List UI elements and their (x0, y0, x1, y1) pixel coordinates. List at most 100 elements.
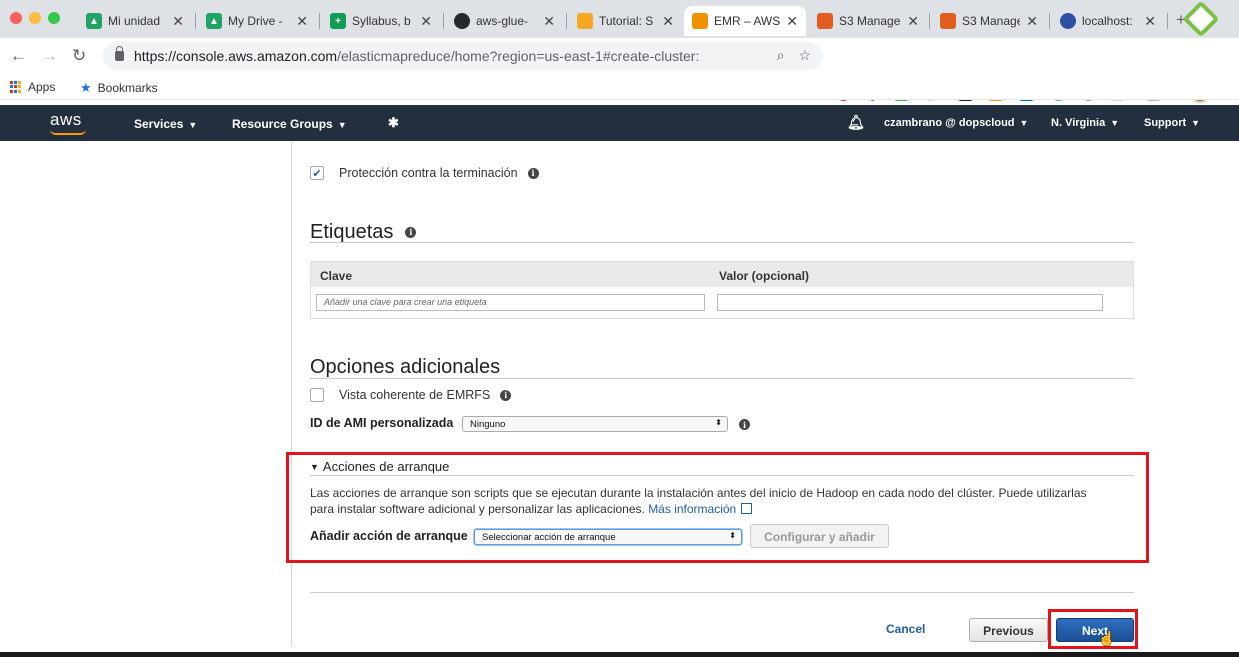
star-icon: ★ (80, 80, 92, 95)
bootstrap-action-select[interactable]: Seleccionar acción de arranque ⬍ (474, 529, 742, 545)
select-arrows-icon: ⬍ (715, 418, 722, 427)
info-icon[interactable]: i (739, 419, 750, 430)
search-icon[interactable]: ⌕ (777, 47, 785, 64)
column-header-key: Clave (320, 269, 353, 283)
browser-tab[interactable]: S3 Manage ✕ (809, 6, 927, 36)
bookmarks-folder[interactable]: ★ Bookmarks (80, 80, 158, 96)
info-icon[interactable]: i (405, 226, 417, 238)
google-drive-icon: ▲ (86, 13, 102, 29)
info-icon[interactable]: i (500, 389, 512, 401)
browser-tab[interactable]: Tutorial: S ✕ (569, 6, 682, 36)
content-divider (291, 141, 292, 647)
aws-docs-icon (577, 13, 593, 29)
close-tab-icon[interactable]: ✕ (1144, 13, 1156, 30)
bell-icon[interactable]: 🔔︎ (847, 114, 865, 131)
tags-section-title: Etiquetas i (310, 221, 417, 244)
caret-down-icon: ▼ (310, 462, 319, 472)
divider (310, 378, 1134, 379)
apps-grid-icon (10, 81, 22, 93)
close-tab-icon[interactable]: ✕ (172, 13, 184, 30)
bookmarks-bar: Apps ★ Bookmarks (0, 74, 1239, 100)
more-info-link[interactable]: Más información (648, 502, 736, 516)
custom-ami-select[interactable]: Ninguno ⬍ (462, 416, 728, 432)
feather-icon (1060, 13, 1076, 29)
screencast-logo-icon (1182, 0, 1220, 38)
aws-emr-icon (692, 13, 708, 29)
url-host: https://console.aws.amazon.com (134, 48, 338, 64)
browser-tab[interactable]: ▲ My Drive - ✕ (198, 6, 316, 36)
divider (310, 242, 1134, 243)
browser-tab[interactable]: localhost: ✕ (1052, 6, 1164, 36)
resource-groups-menu[interactable]: Resource Groups ▼ (232, 117, 347, 131)
zoom-window-button[interactable] (48, 12, 60, 24)
forward-arrow-icon[interactable]: → (41, 46, 58, 66)
chevron-down-icon: ▼ (337, 120, 347, 130)
configure-and-add-button[interactable]: Configurar y añadir (750, 524, 889, 548)
tags-table-header: Clave Valor (opcional) (311, 261, 1133, 287)
emrfs-consistent-view-checkbox[interactable] (310, 388, 324, 402)
google-sheets-icon: + (330, 13, 346, 29)
chevron-down-icon: ▼ (188, 120, 198, 130)
browser-tab-strip: ▲ Mi unidad ✕ ▲ My Drive - ✕ + Syllabus, b… (0, 0, 1239, 38)
tags-table: Clave Valor (opcional) Añadir una clave … (310, 261, 1134, 319)
services-menu[interactable]: Services ▼ (134, 117, 197, 131)
next-button[interactable]: Next (1056, 618, 1134, 642)
close-tab-icon[interactable]: ✕ (907, 13, 919, 30)
aws-s3-icon (817, 13, 833, 29)
aws-logo[interactable]: aws (50, 110, 82, 130)
bottom-bar (0, 652, 1239, 657)
aws-s3-icon (940, 13, 956, 29)
browser-toolbar: ← → ↻ https://console.aws.amazon.com/ela… (0, 38, 1239, 103)
close-tab-icon[interactable]: ✕ (420, 13, 432, 30)
emrfs-row: Vista coherente de EMRFS i (310, 388, 512, 402)
github-icon (454, 13, 470, 29)
pin-icon[interactable]: ✱ (388, 115, 399, 131)
close-tab-icon[interactable]: ✕ (786, 13, 798, 30)
support-menu[interactable]: Support ▼ (1144, 117, 1200, 129)
browser-tab[interactable]: ▲ Mi unidad ✕ (78, 6, 192, 36)
termination-protection-row: ✔ Protección contra la terminación i (310, 166, 539, 180)
url-path: /elasticmapreduce/home?region=us-east-1#… (337, 48, 700, 64)
termination-protection-checkbox[interactable]: ✔ (310, 166, 324, 180)
chevron-down-icon: ▼ (1110, 118, 1120, 128)
back-arrow-icon[interactable]: ← (10, 46, 27, 66)
aws-navbar: aws Services ▼ Resource Groups ▼ ✱ 🔔︎ czam… (0, 105, 1239, 141)
account-menu[interactable]: czambrano @ dopscloud ▼ (884, 117, 1028, 129)
bootstrap-description: Las acciones de arranque son scripts que… (310, 486, 1087, 516)
bootstrap-actions-toggle[interactable]: ▼ Acciones de arranque (310, 459, 449, 474)
lock-icon (115, 46, 124, 61)
close-tab-icon[interactable]: ✕ (296, 13, 308, 30)
divider (310, 475, 1134, 476)
select-arrows-icon: ⬍ (729, 531, 736, 540)
reload-icon[interactable]: ↻ (72, 46, 86, 66)
star-bookmark-icon[interactable]: ☆ (798, 47, 811, 64)
aws-logo-smile-icon (50, 129, 86, 135)
custom-ami-label: ID de AMI personalizada (310, 416, 454, 430)
browser-tab[interactable]: S3 Manage ✕ (932, 6, 1046, 36)
browser-tab[interactable]: aws-glue- ✕ (446, 6, 563, 36)
tag-value-input[interactable] (717, 294, 1103, 311)
column-header-value: Valor (opcional) (719, 269, 810, 283)
cancel-button[interactable]: Cancel (886, 622, 925, 636)
google-drive-icon: ▲ (206, 13, 222, 29)
main-content: ✔ Protección contra la terminación i Eti… (0, 141, 1239, 657)
minimize-window-button[interactable] (29, 12, 41, 24)
previous-button[interactable]: Previous (969, 618, 1048, 642)
browser-tab-active[interactable]: EMR – AWS ✕ (684, 6, 806, 36)
tag-key-input[interactable]: Añadir una clave para crear una etiqueta (316, 294, 705, 311)
browser-tab[interactable]: + Syllabus, b ✕ (322, 6, 440, 36)
close-tab-icon[interactable]: ✕ (662, 13, 674, 30)
chevron-down-icon: ▼ (1191, 118, 1201, 128)
close-tab-icon[interactable]: ✕ (1026, 13, 1038, 30)
region-menu[interactable]: N. Virginia ▼ (1051, 117, 1119, 129)
additional-options-title: Opciones adicionales (310, 356, 501, 378)
close-tab-icon[interactable]: ✕ (543, 13, 555, 30)
external-link-icon (741, 503, 753, 514)
divider (310, 592, 1134, 593)
close-window-button[interactable] (10, 12, 22, 24)
info-icon[interactable]: i (527, 167, 539, 179)
hand-cursor-icon: ☝ (1098, 630, 1116, 646)
apps-bookmark[interactable]: Apps (10, 80, 55, 94)
chevron-down-icon: ▼ (1019, 118, 1029, 128)
address-bar[interactable]: https://console.aws.amazon.com/elasticma… (103, 42, 823, 70)
